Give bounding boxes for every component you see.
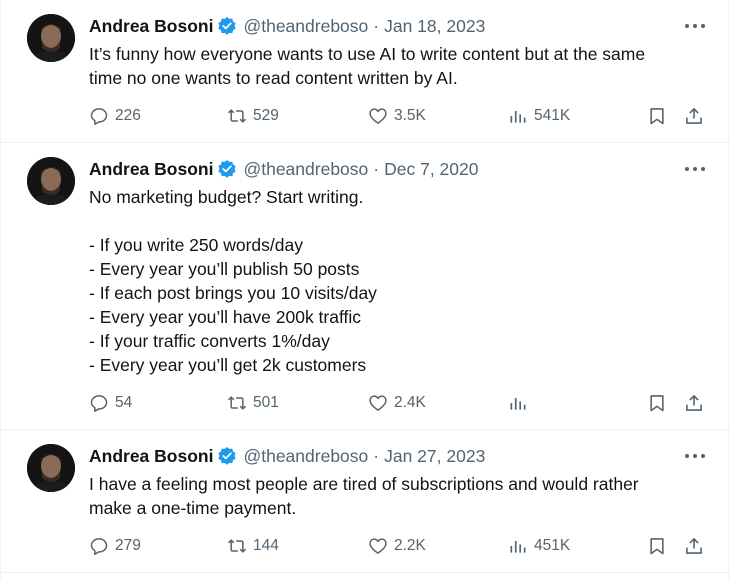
- tweet-header: Andrea Bosoni @theandreboso · Dec 7, 202…: [89, 158, 478, 180]
- more-options-icon[interactable]: [682, 17, 708, 35]
- share-button[interactable]: [684, 391, 704, 415]
- share-icon: [686, 394, 702, 411]
- view-count: 451K: [534, 537, 571, 554]
- tweet-text-line: - Every year you’ll publish 50 posts: [89, 259, 360, 279]
- retweet-count: 501: [253, 394, 279, 411]
- author-name[interactable]: Andrea Bosoni: [89, 446, 213, 467]
- tweet[interactable]: Andrea Bosoni @theandreboso · Jan 18, 20…: [1, 0, 730, 143]
- view-count: 541K: [534, 107, 571, 124]
- verified-badge-icon: [217, 159, 237, 179]
- tweet-header: Andrea Bosoni @theandreboso · Jan 27, 20…: [89, 445, 485, 467]
- tweet-text: No marketing budget? Start writing. - If…: [89, 185, 709, 377]
- bookmark-icon: [650, 538, 664, 555]
- like-count: 3.5K: [394, 107, 426, 124]
- bookmark-button[interactable]: [647, 391, 667, 415]
- tweet-text-line: make a one-time payment.: [89, 498, 297, 518]
- like-count: 2.4K: [394, 394, 426, 411]
- tweet-text: It’s funny how everyone wants to use AI …: [89, 42, 709, 90]
- bookmark-button[interactable]: [647, 534, 667, 558]
- like-button[interactable]: 3.5K: [368, 104, 426, 128]
- reply-button[interactable]: 54: [89, 391, 132, 415]
- reply-icon: [90, 395, 108, 412]
- author-name[interactable]: Andrea Bosoni: [89, 159, 213, 180]
- reply-button[interactable]: 279: [89, 534, 141, 558]
- tweet-text-line: - Every year you’ll have 200k traffic: [89, 307, 362, 327]
- retweet-button[interactable]: 144: [227, 534, 279, 558]
- retweet-button[interactable]: 501: [227, 391, 279, 415]
- share-icon: [686, 107, 702, 124]
- views-icon: [510, 111, 526, 123]
- reply-count: 54: [115, 394, 133, 411]
- tweet-text-line: It’s funny how everyone wants to use AI …: [89, 44, 646, 64]
- more-options-icon[interactable]: [682, 160, 708, 178]
- views-button[interactable]: [508, 391, 534, 415]
- bookmark-icon: [650, 395, 664, 412]
- separator-dot: ·: [373, 15, 380, 36]
- verified-badge-icon: [217, 16, 237, 36]
- avatar[interactable]: [27, 157, 75, 205]
- views-icon: [510, 541, 526, 553]
- tweet-text-line: time no one wants to read content writte…: [89, 68, 458, 88]
- bookmark-button[interactable]: [647, 104, 667, 128]
- retweet-icon: [227, 109, 247, 123]
- action-bar: 226 529 3.5K 541K: [89, 104, 719, 128]
- tweet-header: Andrea Bosoni @theandreboso · Jan 18, 20…: [89, 15, 485, 37]
- views-button[interactable]: 541K: [508, 104, 570, 128]
- tweet[interactable]: Andrea Bosoni @theandreboso · Jan 27, 20…: [1, 430, 730, 573]
- action-bar: 54 501 2.4K: [89, 391, 719, 415]
- tweet-date[interactable]: Jan 18, 2023: [384, 16, 485, 37]
- separator-dot: ·: [373, 445, 380, 466]
- share-button[interactable]: [684, 104, 704, 128]
- retweet-button[interactable]: 529: [227, 104, 279, 128]
- retweet-icon: [227, 396, 247, 410]
- reply-icon: [90, 108, 108, 125]
- tweet-date[interactable]: Jan 27, 2023: [384, 446, 485, 467]
- tweet-text-line: - If you write 250 words/day: [89, 235, 303, 255]
- tweet-text-line: No marketing budget? Start writing.: [89, 187, 364, 207]
- reply-count: 279: [115, 537, 141, 554]
- tweet-text-line: - Every year you’ll get 2k customers: [89, 355, 367, 375]
- more-options-icon[interactable]: [682, 447, 708, 465]
- verified-badge-icon: [217, 446, 237, 466]
- author-name[interactable]: Andrea Bosoni: [89, 16, 213, 37]
- timeline: Andrea Bosoni @theandreboso · Jan 18, 20…: [0, 0, 730, 580]
- tweet[interactable]: Andrea Bosoni @theandreboso · Dec 7, 202…: [1, 143, 730, 430]
- like-button[interactable]: 2.2K: [368, 534, 426, 558]
- tweet-text-line: - If each post brings you 10 visits/day: [89, 283, 377, 303]
- retweet-count: 144: [253, 537, 279, 554]
- views-button[interactable]: 451K: [508, 534, 570, 558]
- author-handle[interactable]: @theandreboso: [243, 16, 368, 37]
- tweet-text-line: I have a feeling most people are tired o…: [89, 474, 639, 494]
- like-icon: [369, 538, 387, 554]
- separator-dot: ·: [373, 158, 380, 179]
- like-count: 2.2K: [394, 537, 426, 554]
- like-icon: [369, 395, 387, 411]
- views-icon: [510, 398, 526, 410]
- tweet-text-line: - If your traffic converts 1%/day: [89, 331, 330, 351]
- share-icon: [686, 537, 702, 554]
- tweet-text: I have a feeling most people are tired o…: [89, 472, 709, 520]
- reply-button[interactable]: 226: [89, 104, 141, 128]
- avatar[interactable]: [27, 14, 75, 62]
- like-icon: [369, 108, 387, 124]
- action-bar: 279 144 2.2K 451K: [89, 534, 719, 558]
- retweet-icon: [227, 539, 247, 553]
- reply-count: 226: [115, 107, 141, 124]
- bookmark-icon: [650, 108, 664, 125]
- avatar[interactable]: [27, 444, 75, 492]
- tweet-text-line: [89, 209, 709, 233]
- tweet-date[interactable]: Dec 7, 2020: [384, 159, 478, 180]
- author-handle[interactable]: @theandreboso: [243, 446, 368, 467]
- author-handle[interactable]: @theandreboso: [243, 159, 368, 180]
- share-button[interactable]: [684, 534, 704, 558]
- like-button[interactable]: 2.4K: [368, 391, 426, 415]
- retweet-count: 529: [253, 107, 279, 124]
- reply-icon: [90, 538, 108, 555]
